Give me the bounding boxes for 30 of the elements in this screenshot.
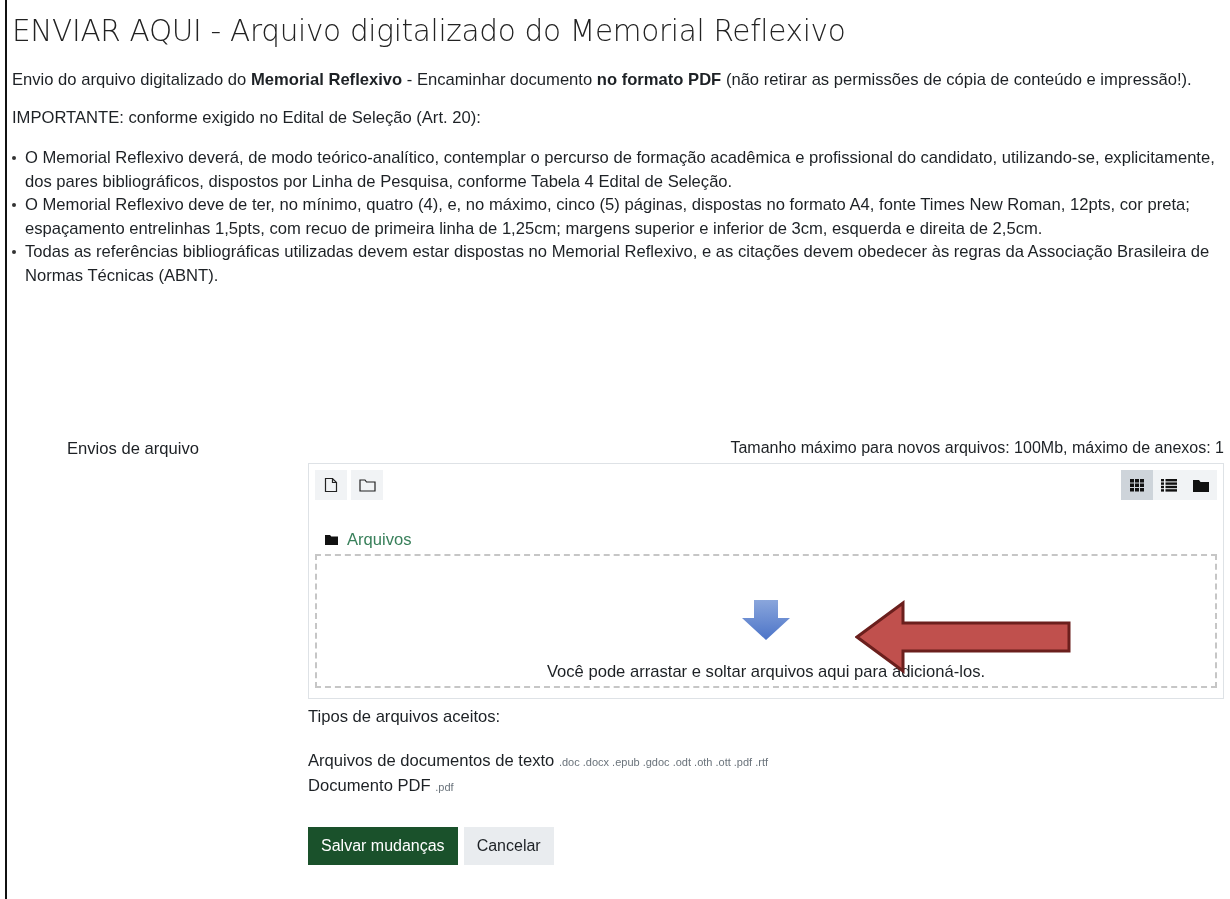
- list-icon: [1161, 478, 1177, 492]
- file-extensions: .pdf: [435, 781, 454, 793]
- file-type-name: Documento PDF: [308, 776, 431, 795]
- bullet-icon: [12, 203, 16, 207]
- bullet-icon: [12, 156, 16, 160]
- cancel-button[interactable]: Cancelar: [463, 827, 554, 865]
- folder-icon: [358, 478, 376, 492]
- requirement-text: O Memorial Reflexivo deverá, de modo teórico-analítico, contemplar o percurso de formação acadêmica e profissional do candidato, utilizando-se, explicitamente, dos pares bibliográficos, dispostos por Linha de Pesquisa, conforme Tabela 4 Edital de Seleção.: [25, 147, 1216, 193]
- accepted-types-label: Tipos de arquivos aceitos:: [308, 707, 502, 727]
- bullet-icon: [12, 250, 16, 254]
- file-type-name: Arquivos de documentos de texto: [308, 751, 555, 770]
- create-folder-button[interactable]: [351, 470, 383, 500]
- add-file-button[interactable]: [315, 470, 347, 500]
- intro-paragraph: Envio do arquivo digitalizado do Memorial Reflexivo - Encaminhar documento no formato PDF (não retirar as permissões de cópia de conteúdo e impressão!).: [12, 70, 1193, 90]
- field-label: Envios de arquivo: [66, 439, 200, 460]
- grid-view-button[interactable]: [1121, 470, 1153, 500]
- page-title: ENVIAR AQUI - Arquivo digitalizado do Memorial Reflexivo: [12, 14, 847, 48]
- file-extensions: .doc .docx .epub .gdoc .odt .oth .ott .pdf .rtf: [558, 756, 769, 768]
- important-note: IMPORTANTE: conforme exigido no Edital de Seleção (Art. 20):: [12, 108, 482, 128]
- document-icon: [324, 477, 338, 493]
- requirement-text: Todas as referências bibliográficas utilizadas devem estar dispostas no Memorial Reflexivo, e as citações devem obedecer às regras da Associação Brasileira de Normas Técnicas (ABNT).: [25, 241, 1211, 287]
- down-arrow-icon: [741, 600, 791, 640]
- breadcrumb-link[interactable]: Arquivos: [347, 530, 412, 550]
- save-button[interactable]: Salvar mudanças: [308, 827, 458, 865]
- upload-limits: Tamanho máximo para novos arquivos: 100Mb, máximo de anexos: 1: [729, 439, 1224, 457]
- folder-icon: [1193, 478, 1209, 492]
- folder-icon: [325, 535, 338, 545]
- drop-zone-text: Você pode arrastar e soltar arquivos aqui para adicioná-los.: [546, 662, 986, 682]
- grid-icon: [1129, 478, 1145, 492]
- requirement-text: O Memorial Reflexivo deve de ter, no mínimo, quatro (4), e, no máximo, cinco (5) páginas, dispostas no formato A4, fonte Times New Roman, 12pts, cor preta; espaçamento entrelinhas 1,5pts, com recuo de primeira linha de 1,25cm; margens superior e inferior de 3cm, esquerda e direita de 2,5cm.: [25, 194, 1191, 240]
